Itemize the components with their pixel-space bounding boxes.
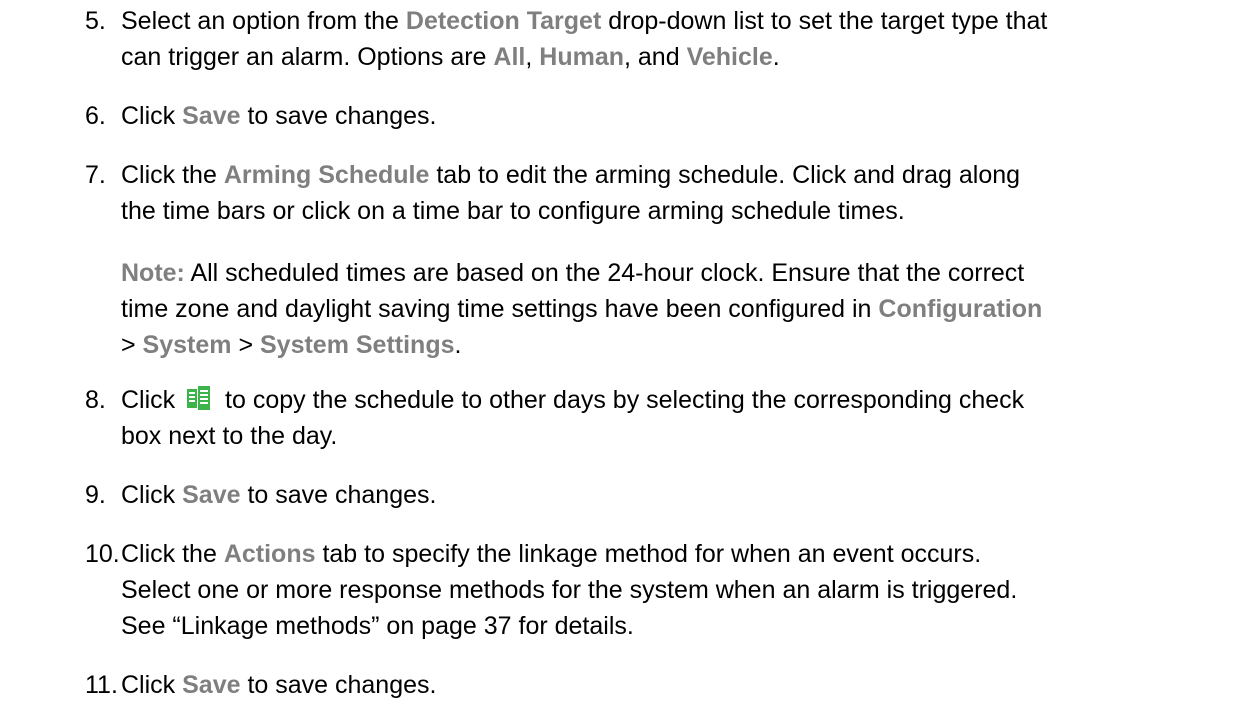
step-text: Click to copy the schedule to other days… (121, 382, 1246, 454)
ui-term-configuration: Configuration (878, 295, 1043, 323)
text-line: Select an option from the Detection Targ… (121, 3, 1246, 39)
text-run: tab to specify the linkage method for wh… (315, 540, 982, 568)
text-run: Click (121, 671, 183, 699)
step-text: Click Save to save changes. (121, 477, 1246, 513)
text-run: Click the (121, 161, 224, 189)
ui-term-system-settings: System Settings (260, 331, 455, 359)
text-line: Click Save to save changes. (121, 667, 1246, 703)
ui-term-all: All (493, 43, 526, 71)
note-text: Note: All scheduled times are based on t… (121, 255, 1246, 363)
note-label: Note: (121, 259, 185, 287)
ui-term-save: Save (182, 102, 241, 130)
step-text: Select an option from the Detection Targ… (121, 3, 1246, 75)
step-text: Click Save to save changes. (121, 98, 1246, 134)
copy-schedule-icon (186, 385, 212, 411)
text-run: , and (624, 43, 687, 71)
text-line: time zone and daylight saving time setti… (121, 291, 1246, 327)
ui-term-system: System (142, 331, 232, 359)
ui-term-actions: Actions (223, 540, 316, 568)
text-run: > (231, 331, 260, 359)
text-run: Click (121, 481, 183, 509)
text-run: Select an option from the (121, 7, 406, 35)
step-number: 10. (85, 540, 120, 568)
ui-term-human: Human (539, 43, 624, 71)
step-text: Click the Actions tab to specify the lin… (121, 536, 1246, 644)
text-line: the time bars or click on a time bar to … (121, 197, 905, 225)
text-line: Click the Actions tab to specify the lin… (121, 536, 1246, 572)
ui-term-arming-schedule: Arming Schedule (223, 161, 430, 189)
text-run: to copy the schedule to other days by se… (218, 386, 1025, 414)
text-run: to save changes. (240, 481, 437, 509)
step-number: 6. (85, 102, 106, 130)
text-run: to save changes. (240, 671, 437, 699)
text-run: All scheduled times are based on the 24-… (184, 259, 1025, 287)
text-run: > (121, 331, 143, 359)
text-run: Click (121, 102, 183, 130)
text-line: can trigger an alarm. Options are All, H… (121, 39, 1246, 75)
text-run: tab to edit the arming schedule. Click a… (429, 161, 1021, 189)
ui-term-vehicle: Vehicle (686, 43, 773, 71)
text-run: Click the (121, 540, 224, 568)
text-run: time zone and daylight saving time setti… (121, 295, 879, 323)
step-number: 11. (85, 671, 118, 699)
text-run: to save changes. (240, 102, 437, 130)
text-line: Select one or more response methods for … (121, 576, 1018, 604)
step-number: 5. (85, 7, 106, 35)
text-run: can trigger an alarm. Options are (121, 43, 494, 71)
text-run: . (772, 43, 780, 71)
ui-term-save: Save (182, 481, 241, 509)
text-line: > System > System Settings. (121, 327, 1246, 363)
text-line: Click to copy the schedule to other days… (121, 382, 1246, 418)
text-run: , (525, 43, 540, 71)
text-line: box next to the day. (121, 422, 338, 450)
text-run: Click (121, 386, 183, 414)
text-run: drop-down list to set the target type th… (601, 7, 1048, 35)
text-run: . (454, 331, 462, 359)
text-line: Note: All scheduled times are based on t… (121, 255, 1246, 291)
text-line: Click Save to save changes. (121, 477, 1246, 513)
ui-term-detection-target: Detection Target (405, 7, 602, 35)
text-line: See “Linkage methods” on page 37 for det… (121, 612, 634, 640)
step-text: Click the Arming Schedule tab to edit th… (121, 157, 1246, 229)
step-text: Click Save to save changes. (121, 667, 1246, 703)
step-number: 8. (85, 386, 106, 414)
text-line: Click Save to save changes. (121, 98, 1246, 134)
text-line: Click the Arming Schedule tab to edit th… (121, 157, 1246, 193)
ui-term-save: Save (182, 671, 241, 699)
step-number: 7. (85, 161, 106, 189)
step-number: 9. (85, 481, 106, 509)
